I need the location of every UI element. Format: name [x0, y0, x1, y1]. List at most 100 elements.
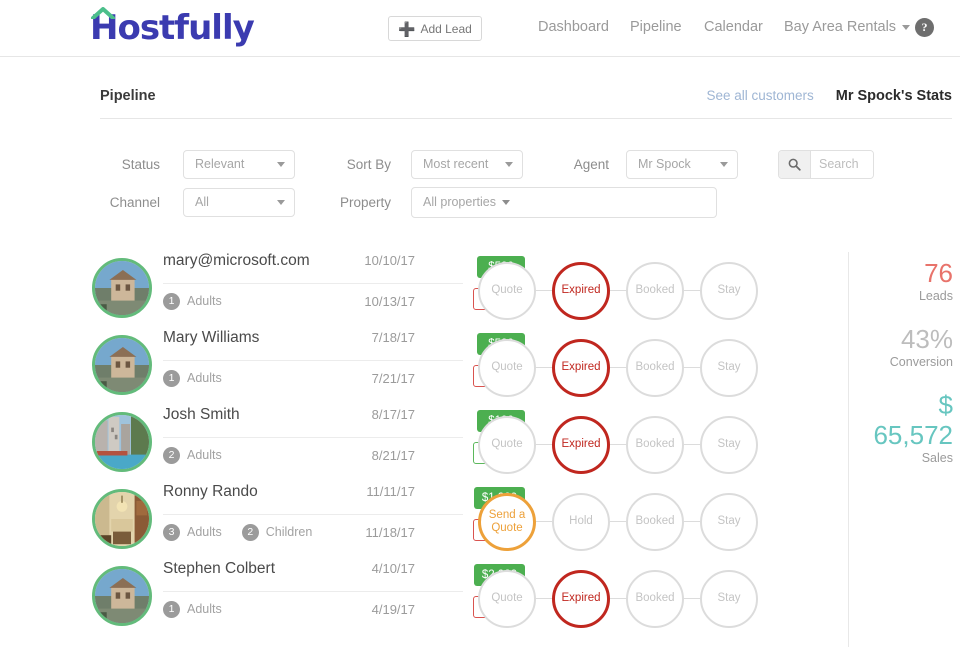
adults-label: Adults [187, 602, 222, 616]
filters-bar: Status Relevant Sort By Most recent Agen… [100, 145, 874, 221]
nav-item-bay-area-rentals[interactable]: Bay Area Rentals [784, 19, 910, 35]
see-all-customers-link[interactable]: See all customers [706, 88, 813, 103]
children-count-badge: 2 [241, 523, 259, 541]
avatar[interactable] [92, 412, 152, 472]
house-roof-icon [91, 7, 115, 19]
chevron-down-icon [277, 200, 285, 205]
adults-label: Adults [187, 294, 222, 308]
property-filter-select[interactable]: All properties [411, 186, 717, 218]
stage-connector [684, 290, 700, 291]
channel-filter-select[interactable]: All [183, 187, 295, 217]
channel-filter-label: Channel [109, 194, 160, 210]
stage-hold[interactable]: Hold [552, 492, 610, 551]
property-filter-label: Property [339, 194, 391, 210]
lead-name[interactable]: Josh Smith [163, 406, 343, 424]
stat-sales-label: Sales [921, 451, 953, 465]
nav-item-pipeline-wrap: Pipeline [630, 19, 682, 35]
add-lead-button[interactable]: ➕ Add Lead [388, 16, 482, 41]
stage-booked[interactable]: Booked [626, 569, 684, 628]
stage-connector [536, 521, 552, 522]
lead-name[interactable]: mary@microsoft.com [163, 252, 343, 270]
lead-secondary-line: 1 Adults 4/19/17 9 days [163, 592, 525, 626]
stage-quote[interactable]: Quote [478, 338, 536, 397]
victorian-house-photo [95, 569, 149, 623]
search-input[interactable] [811, 150, 873, 178]
stage-booked[interactable]: Booked [626, 415, 684, 474]
chevron-down-icon [720, 162, 728, 167]
stage-stay[interactable]: Stay [700, 415, 758, 474]
plus-icon: ➕ [398, 20, 416, 37]
stage-quote[interactable]: Quote [478, 415, 536, 474]
table-row[interactable]: Ronny Rando 11/11/17 $1,200 3 Adults 2 C… [90, 483, 850, 560]
stage-booked[interactable]: Booked [626, 338, 684, 397]
table-row[interactable]: Josh Smith 8/17/17 $100 2 Adults 8/21/17… [90, 406, 850, 483]
lead-guests: 1 Adults [163, 600, 343, 618]
lead-checkout-date: 8/21/17 [371, 447, 415, 463]
sort-by-filter-select[interactable]: Most recent [411, 149, 523, 179]
table-row[interactable]: Stephen Colbert 4/10/17 $2,020 1 Adults … [90, 560, 850, 637]
lead-checkout-date: 7/21/17 [371, 370, 415, 386]
avatar[interactable] [92, 258, 152, 318]
lead-guests: 1 Adults [163, 292, 343, 310]
stage-stay[interactable]: Stay [700, 261, 758, 320]
stage-connector [684, 521, 700, 522]
filters-row-1: Status Relevant Sort By Most recent Agen… [100, 145, 874, 183]
stage-expired[interactable]: Expired [552, 261, 610, 320]
page-title: Pipeline [100, 88, 156, 104]
table-row[interactable]: Mary Williams 7/18/17 $520 1 Adults 7/21… [90, 329, 850, 406]
stage-booked[interactable]: Booked [626, 261, 684, 320]
stage-stay[interactable]: Stay [700, 338, 758, 397]
stage-quote[interactable]: Quote [478, 261, 536, 320]
agent-filter-select[interactable]: Mr Spock [626, 149, 738, 179]
stage-expired[interactable]: Expired [552, 415, 610, 474]
avatar[interactable] [92, 566, 152, 626]
stage-quote[interactable]: Quote [478, 569, 536, 628]
agent-filter-label: Agent [573, 156, 609, 172]
lead-secondary-line: 3 Adults 2 Children 11/18/17 7 days [163, 515, 525, 549]
question-mark-icon[interactable]: ? [915, 18, 934, 37]
stage-connector [610, 367, 626, 368]
stat-conversion-value: 43% [900, 324, 953, 354]
adults-label: Adults [187, 371, 222, 385]
search-button[interactable] [779, 150, 811, 178]
avatar[interactable] [92, 489, 152, 549]
stage-stay[interactable]: Stay [700, 492, 758, 551]
stage-connector [610, 290, 626, 291]
lead-primary-line: Mary Williams 7/18/17 $520 [163, 329, 525, 361]
stage-booked[interactable]: Booked [626, 492, 684, 551]
add-lead-label: Add Lead [420, 21, 472, 36]
sort-by-filter-label: Sort By [346, 156, 391, 172]
lead-primary-line: mary@microsoft.com 10/10/17 $520 [163, 252, 525, 284]
table-row[interactable]: mary@microsoft.com 10/10/17 $520 1 Adult… [90, 252, 850, 329]
lead-checkout-date: 11/18/17 [365, 524, 415, 540]
nav-item-pipeline[interactable]: Pipeline [630, 19, 682, 35]
stat-leads-label: Leads [918, 289, 953, 303]
lead-name[interactable]: Mary Williams [163, 329, 343, 347]
pipeline-stages: Quote Expired Booked Stay [478, 406, 758, 483]
adults-count-badge: 1 [163, 292, 180, 310]
stat-sales: $ 65,572 Sales [858, 390, 953, 465]
nav-item-property-group-wrap: Bay Area Rentals [784, 19, 910, 35]
section-header: Pipeline See all customers Mr Spock's St… [100, 88, 952, 119]
stage-connector [536, 290, 552, 291]
stat-conversion: 43% Conversion [858, 324, 953, 369]
stage-expired[interactable]: Expired [552, 569, 610, 628]
stage-send-a-quote[interactable]: Send a Quote [478, 492, 536, 551]
status-filter-select[interactable]: Relevant [183, 149, 295, 179]
stat-leads-value: 76 [924, 258, 953, 288]
stat-conversion-label: Conversion [889, 355, 953, 369]
lead-name[interactable]: Stephen Colbert [163, 560, 343, 578]
lead-name[interactable]: Ronny Rando [163, 483, 343, 501]
lead-checkin-date: 8/17/17 [371, 407, 415, 422]
stage-expired[interactable]: Expired [552, 338, 610, 397]
stage-stay[interactable]: Stay [700, 569, 758, 628]
nav-item-calendar[interactable]: Calendar [704, 19, 763, 35]
stat-sales-value: $ 65,572 [873, 390, 953, 450]
avatar[interactable] [92, 335, 152, 395]
stage-connector [610, 598, 626, 599]
pipeline-stages: Quote Expired Booked Stay [478, 252, 758, 329]
top-navigation-bar: Hostfully ➕ Add Lead Dashboard Pipeline … [0, 0, 960, 57]
nav-item-dashboard[interactable]: Dashboard [538, 19, 609, 35]
brand-logo[interactable]: Hostfully [90, 7, 255, 48]
property-filter-value: All properties [423, 195, 496, 209]
